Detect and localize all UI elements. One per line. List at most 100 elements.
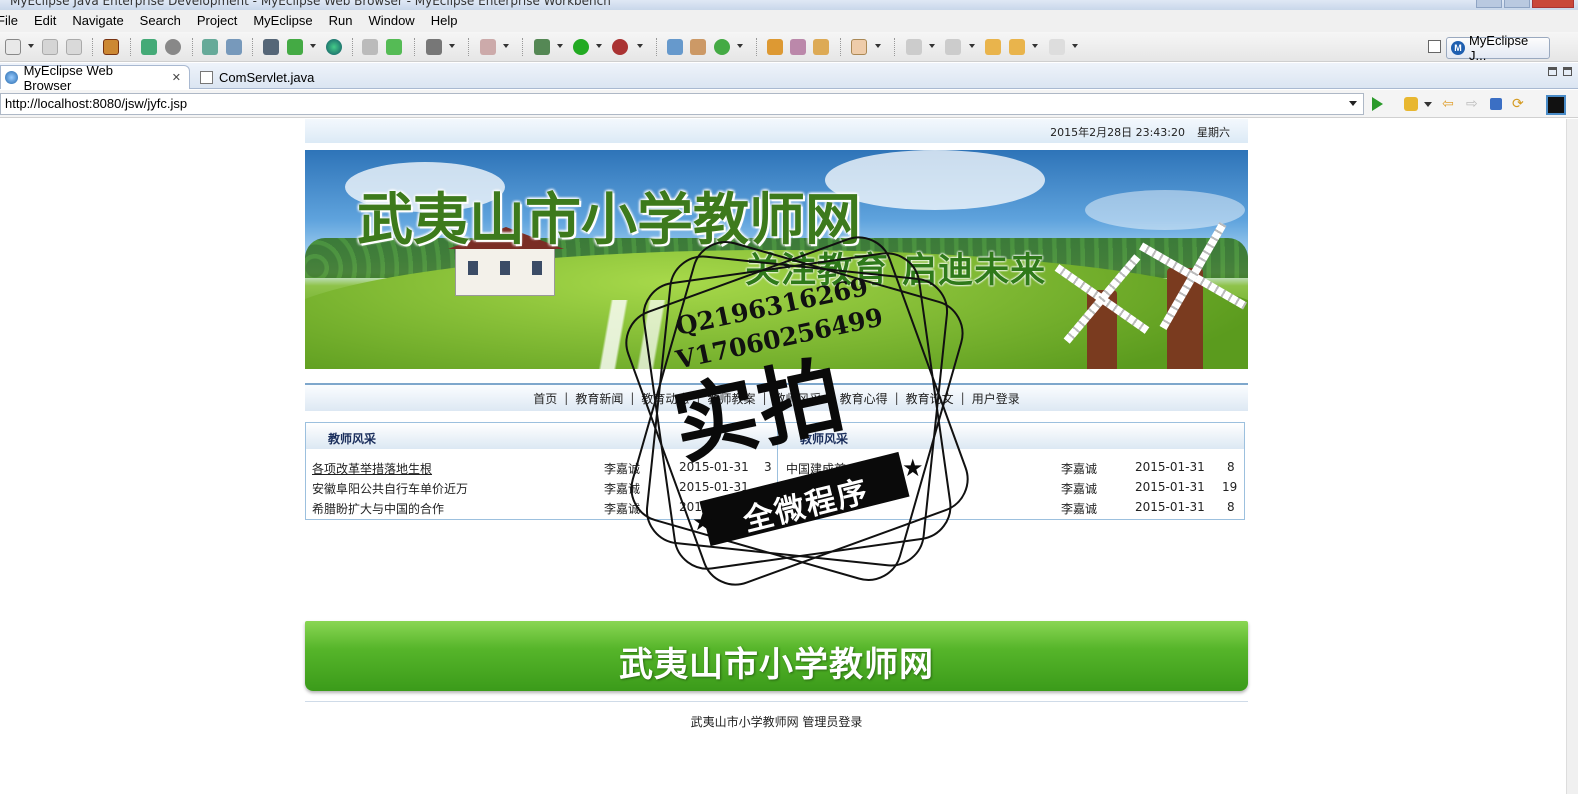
nav-lesson-plans[interactable]: 教师教案 xyxy=(707,390,755,407)
globe-icon xyxy=(5,71,18,84)
close-icon[interactable]: ✕ xyxy=(172,71,181,84)
nav-teacher-style[interactable]: 教师风采 xyxy=(774,390,822,407)
clipboard-icon[interactable] xyxy=(480,39,496,55)
minimize-button[interactable] xyxy=(1476,0,1502,8)
perspective-button[interactable]: M MyEclipse J... xyxy=(1446,33,1550,63)
next-annotation-icon[interactable] xyxy=(906,39,922,55)
menu-file[interactable]: File xyxy=(0,10,26,32)
debug-icon[interactable] xyxy=(534,39,550,55)
browser-globe-icon[interactable] xyxy=(326,39,342,55)
menu-navigate[interactable]: Navigate xyxy=(64,10,131,32)
vertical-scrollbar[interactable] xyxy=(1566,119,1578,794)
maximize-view-icon[interactable] xyxy=(1563,67,1572,76)
menu-edit[interactable]: Edit xyxy=(26,10,64,32)
nav-education-trends[interactable]: 教育动态 xyxy=(641,390,689,407)
db-icon[interactable] xyxy=(165,39,181,55)
dropdown-icon[interactable] xyxy=(969,44,975,48)
server-icon[interactable] xyxy=(226,39,242,55)
nav-education-news[interactable]: 教育新闻 xyxy=(575,390,623,407)
menu-project[interactable]: Project xyxy=(189,10,245,32)
folder-icon[interactable] xyxy=(851,39,867,55)
run-icon[interactable] xyxy=(573,39,589,55)
menu-help[interactable]: Help xyxy=(423,10,466,32)
view-menu-icon[interactable] xyxy=(1546,95,1566,115)
window-controls xyxy=(1476,0,1574,8)
menu-window[interactable]: Window xyxy=(360,10,422,32)
run-dropdown-icon[interactable] xyxy=(596,44,602,48)
favorites-icon[interactable] xyxy=(1404,97,1418,111)
open-file-icon[interactable] xyxy=(287,39,303,55)
dropdown-icon[interactable] xyxy=(737,44,743,48)
search-tool-icon[interactable] xyxy=(790,39,806,55)
url-history-dropdown-icon[interactable] xyxy=(1349,101,1357,106)
web-service-icon[interactable] xyxy=(263,39,279,55)
maximize-button[interactable] xyxy=(1504,0,1530,8)
go-icon[interactable] xyxy=(1372,97,1383,111)
deploy-icon[interactable] xyxy=(202,39,218,55)
stop-icon[interactable] xyxy=(1490,98,1502,110)
new-dropdown-icon[interactable] xyxy=(28,44,34,48)
favorites-dropdown-icon[interactable] xyxy=(1424,102,1432,107)
footer-site-link[interactable]: 武夷山市小学教师网 xyxy=(691,715,799,729)
add-icon[interactable] xyxy=(386,39,402,55)
build-icon[interactable] xyxy=(141,39,157,55)
menu-search[interactable]: Search xyxy=(132,10,189,32)
news-title-link[interactable]: 各项改革举措落地生根 xyxy=(312,460,432,477)
last-edit-icon[interactable] xyxy=(985,39,1001,55)
nav-education-papers[interactable]: 教育论文 xyxy=(906,390,954,407)
nav-user-login[interactable]: 用户登录 xyxy=(972,390,1020,407)
dropdown-icon[interactable] xyxy=(875,44,881,48)
tab-myeclipse-web-browser[interactable]: MyEclipse Web Browser ✕ xyxy=(0,63,190,93)
back-icon[interactable] xyxy=(1009,39,1025,55)
news-title-link[interactable]: 安徽阜阳公共自行车单价近万 xyxy=(312,480,468,497)
toolbar-separator xyxy=(468,38,469,56)
news-author: 李嘉诚 xyxy=(1061,462,1098,476)
dropdown-icon[interactable] xyxy=(929,44,935,48)
camera-icon[interactable] xyxy=(426,39,442,55)
news-title-link[interactable]: 中国建成首 xyxy=(786,460,846,477)
prev-annotation-icon[interactable] xyxy=(945,39,961,55)
cut-icon[interactable] xyxy=(362,39,378,55)
news-author: 李嘉诚 xyxy=(604,482,641,496)
list-item: 希腊盼扩大与中国的合作 李嘉诚 2015-01-31 xyxy=(306,497,777,517)
save-icon[interactable] xyxy=(42,39,58,55)
dropdown-icon[interactable] xyxy=(637,44,643,48)
new-package-icon[interactable] xyxy=(690,39,706,55)
browser-forward-icon[interactable]: ⇨ xyxy=(1466,97,1480,111)
list-item: 安徽阜阳公共自行车单价近万 李嘉诚 2015-01-31 xyxy=(306,477,777,497)
tab-comservlet-java[interactable]: ComServlet.java xyxy=(196,65,338,89)
new-class-icon[interactable] xyxy=(667,39,683,55)
browser-refresh-icon[interactable]: ⟳ xyxy=(1512,97,1526,111)
package-icon[interactable] xyxy=(103,39,119,55)
toolbar-separator xyxy=(656,38,657,56)
footer-admin-login-link[interactable]: 管理员登录 xyxy=(802,715,862,729)
open-folder-icon[interactable] xyxy=(813,39,829,55)
nav-education-insights[interactable]: 教育心得 xyxy=(840,390,888,407)
print-icon[interactable] xyxy=(66,39,82,55)
back-dropdown-icon[interactable] xyxy=(1032,44,1038,48)
open-perspective-icon[interactable] xyxy=(1428,40,1441,53)
refresh-icon[interactable] xyxy=(714,39,730,55)
new-icon[interactable] xyxy=(5,39,21,55)
dropdown-icon[interactable] xyxy=(449,44,455,48)
forward-icon[interactable] xyxy=(1049,39,1065,55)
url-input[interactable]: http://localhost:8080/jsw/jyfc.jsp xyxy=(0,93,1364,115)
news-title-link[interactable]: 希腊盼扩大与中国的合作 xyxy=(312,500,444,517)
minimize-view-icon[interactable] xyxy=(1548,67,1557,76)
debug-dropdown-icon[interactable] xyxy=(557,44,563,48)
news-author: 李嘉诚 xyxy=(1061,502,1098,516)
banner-slogan: 关注教育 启迪未来 xyxy=(745,251,1047,291)
list-item: 李嘉诚 2015-01-31 19 xyxy=(778,477,1244,497)
news-date: 2015-01-31 xyxy=(679,480,749,494)
browser-back-icon[interactable]: ⇦ xyxy=(1442,97,1456,111)
external-tools-icon[interactable] xyxy=(612,39,628,55)
news-date: 2015-01-31 xyxy=(679,460,749,474)
open-type-icon[interactable] xyxy=(767,39,783,55)
menu-run[interactable]: Run xyxy=(321,10,361,32)
nav-home[interactable]: 首页 xyxy=(533,390,557,407)
dropdown-icon[interactable] xyxy=(503,44,509,48)
forward-dropdown-icon[interactable] xyxy=(1072,44,1078,48)
menu-myeclipse[interactable]: MyEclipse xyxy=(245,10,320,32)
close-window-button[interactable] xyxy=(1532,0,1574,8)
dropdown-icon[interactable] xyxy=(310,44,316,48)
